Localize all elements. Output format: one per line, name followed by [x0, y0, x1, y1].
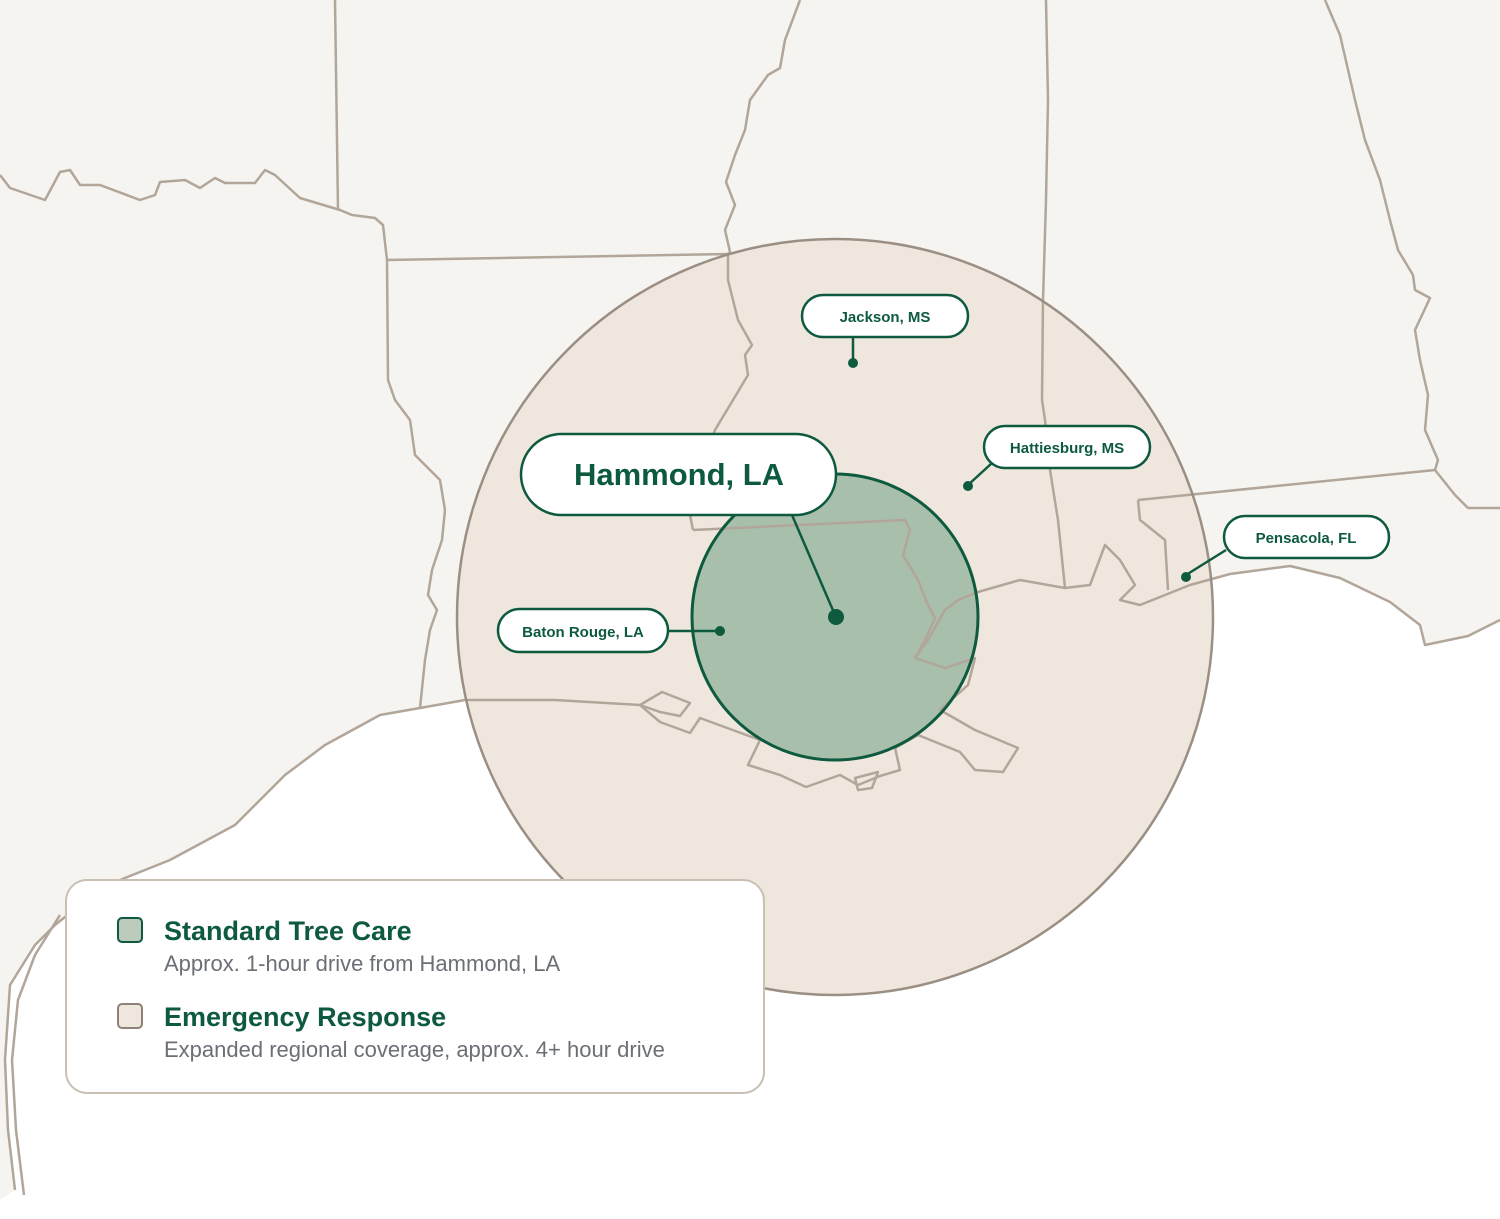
legend-item-emergency: Emergency Response Expanded regional cov… — [117, 1001, 763, 1065]
city-dot — [963, 481, 973, 491]
legend-description: Expanded regional coverage, approx. 4+ h… — [164, 1037, 665, 1062]
standard-swatch-icon — [117, 917, 143, 943]
legend-title: Emergency Response — [164, 1002, 447, 1032]
city-dot — [1181, 572, 1191, 582]
hub-label: Hammond, LA — [574, 457, 784, 492]
city-label: Hattiesburg, MS — [1010, 440, 1124, 457]
legend-title: Standard Tree Care — [164, 916, 412, 946]
city-dot — [715, 626, 725, 636]
city-label: Jackson, MS — [840, 309, 931, 326]
hub-dot — [828, 609, 844, 625]
city-label: Baton Rouge, LA — [522, 624, 644, 641]
city-label: Pensacola, FL — [1256, 530, 1357, 547]
emergency-swatch-icon — [117, 1003, 143, 1029]
legend-description: Approx. 1-hour drive from Hammond, LA — [164, 951, 561, 976]
map-legend: Standard Tree Care Approx. 1-hour drive … — [65, 879, 765, 1094]
legend-item-standard: Standard Tree Care Approx. 1-hour drive … — [117, 915, 763, 979]
city-dot — [848, 358, 858, 368]
